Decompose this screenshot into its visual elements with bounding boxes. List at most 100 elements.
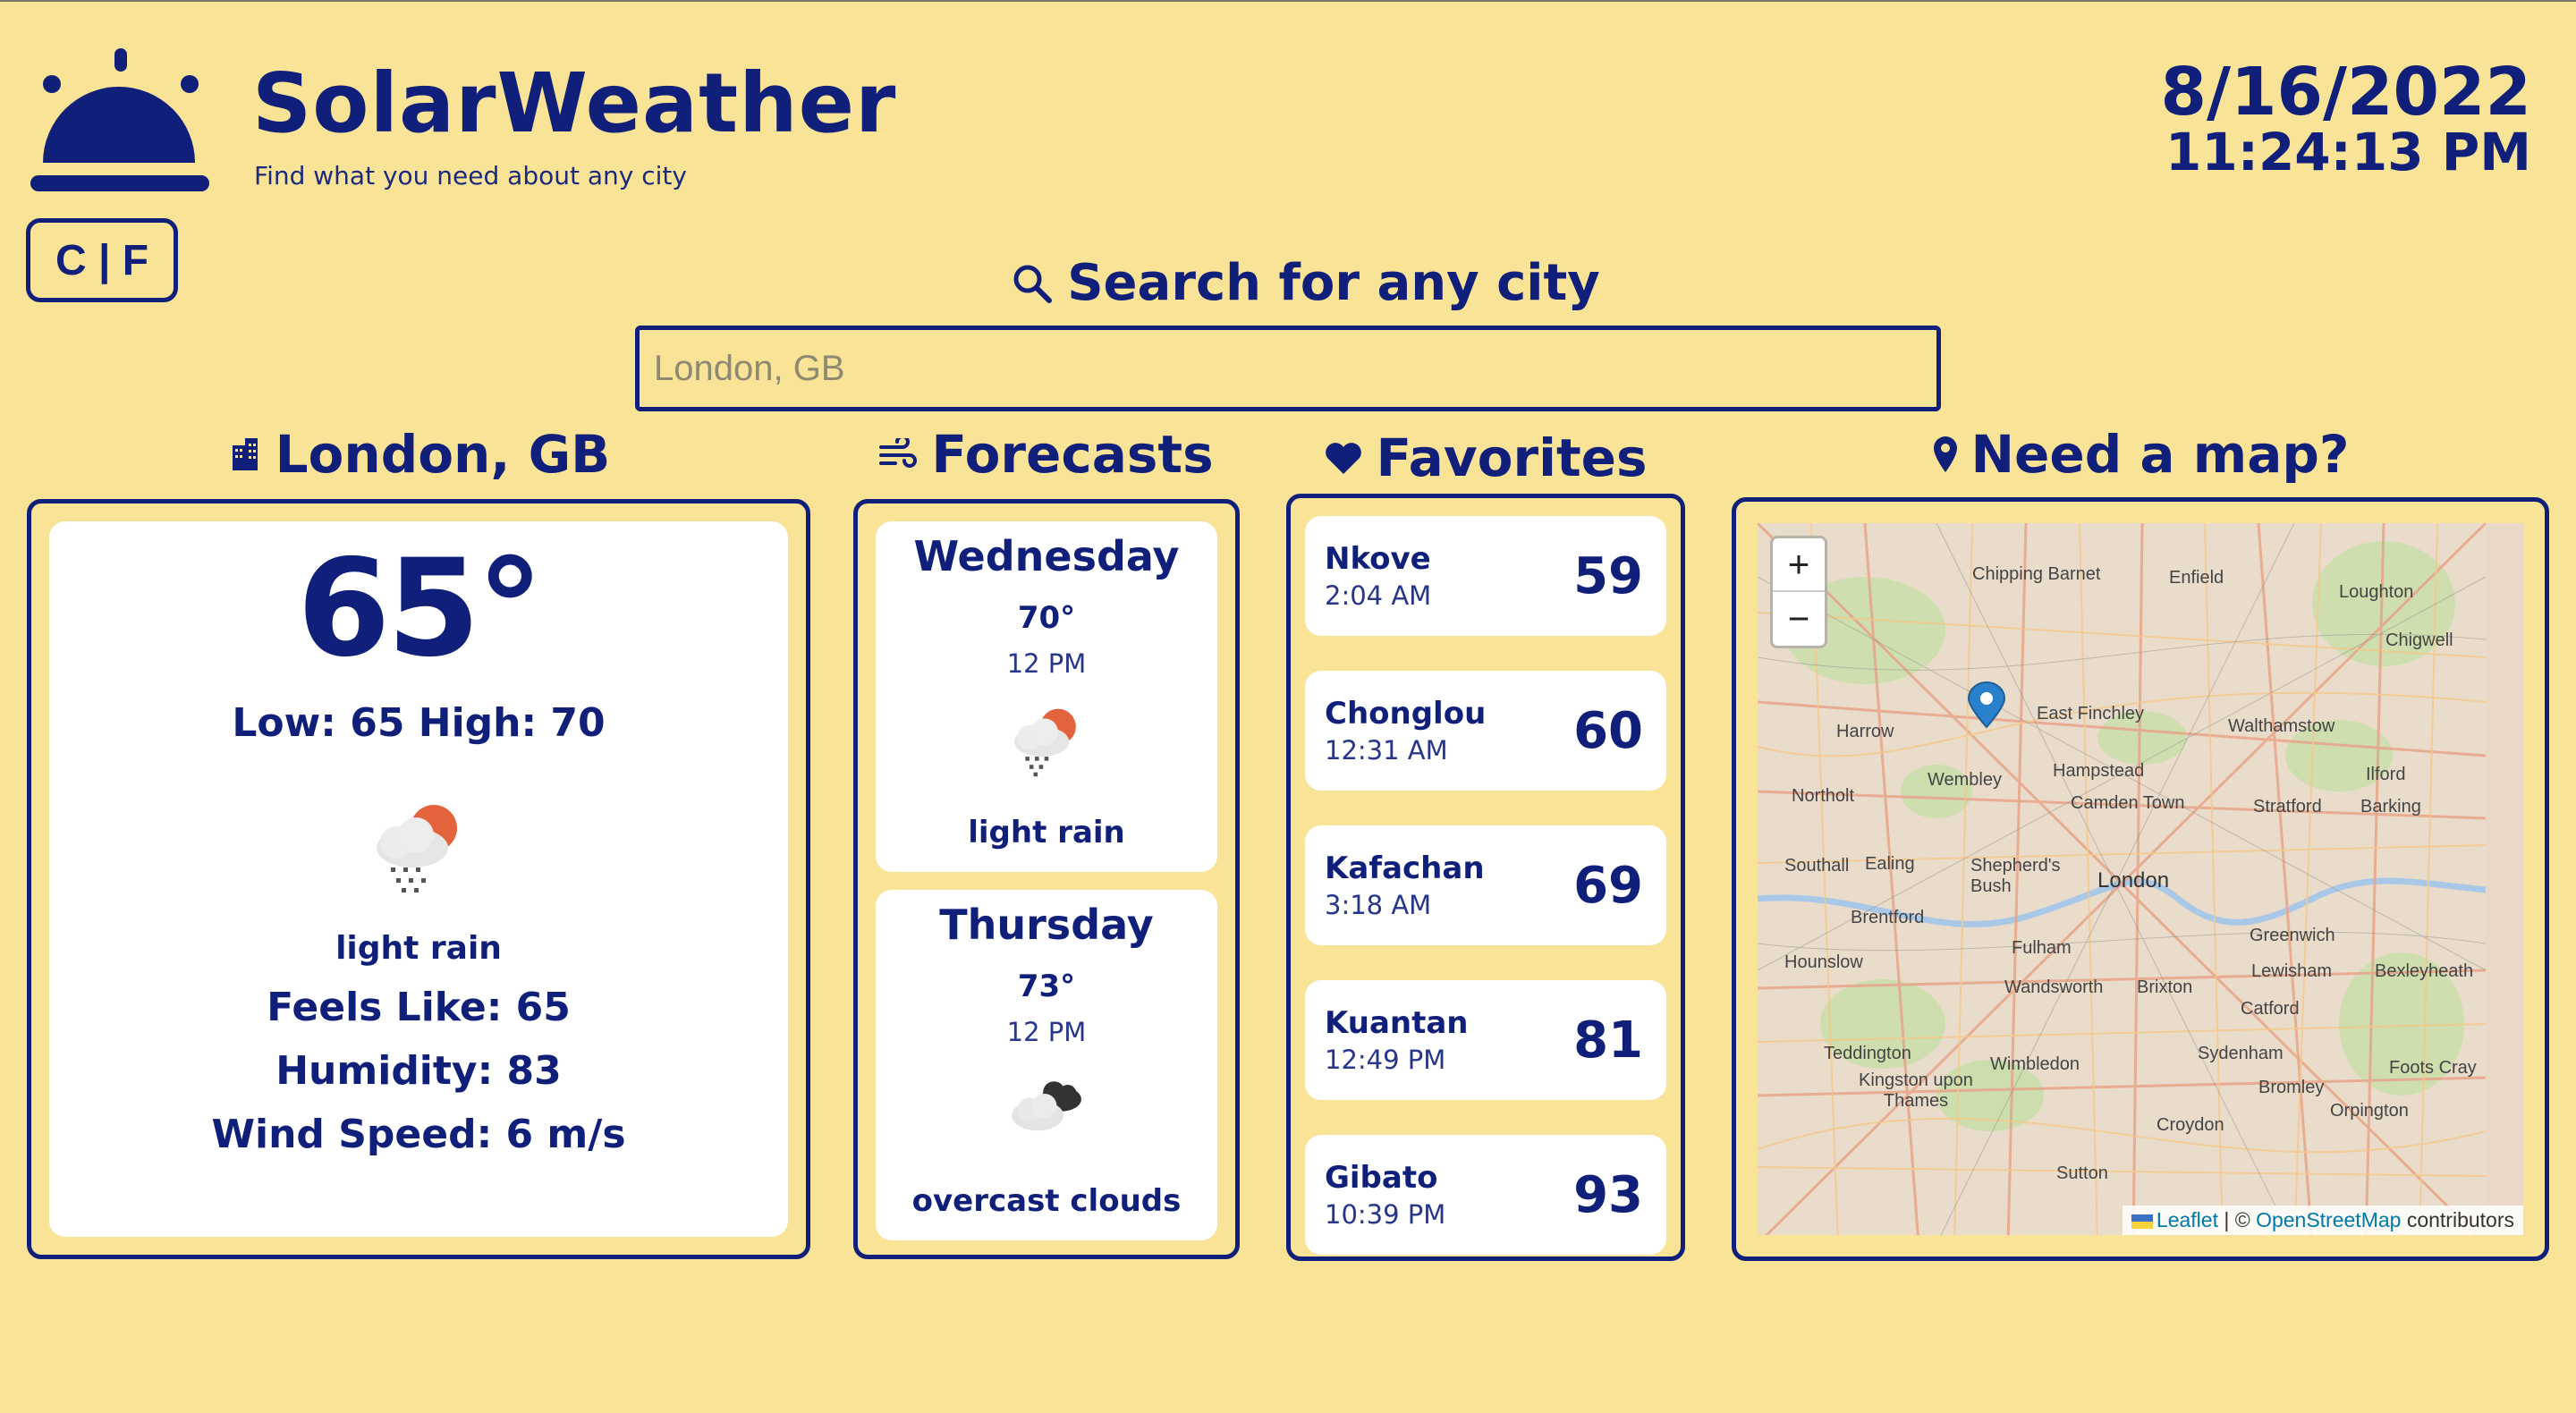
- map-label: East Finchley: [2037, 704, 2145, 723]
- map-label: Bexleyheath: [2375, 961, 2474, 981]
- forecast-temp: 73°: [1017, 969, 1076, 1004]
- favorite-time: 2:04 AM: [1325, 580, 1432, 611]
- favorite-temp: 81: [1573, 1011, 1643, 1070]
- wind-icon: [879, 438, 918, 468]
- map-attribution: Leaflet | © OpenStreetMap contributors: [2122, 1206, 2523, 1235]
- map-label: Wimbledon: [1990, 1054, 2080, 1074]
- current-city-label: London, GB: [275, 424, 611, 485]
- map-label: Sutton: [2056, 1163, 2108, 1183]
- map-label: Hounslow: [1784, 952, 1863, 972]
- map-label: Barking: [2360, 797, 2421, 816]
- map-label: Foots Cray: [2389, 1058, 2477, 1078]
- forecast-time: 12 PM: [1006, 1017, 1087, 1047]
- feels-like: Feels Like: 65: [267, 984, 571, 1030]
- current-city-heading: London, GB: [27, 424, 810, 485]
- map-label: Wembley: [1928, 770, 2002, 790]
- zoom-control: + −: [1770, 536, 1827, 648]
- favorite-time: 10:39 PM: [1325, 1199, 1446, 1230]
- map-label: Brentford: [1851, 908, 1925, 927]
- map-label: Sydenham: [2198, 1044, 2284, 1063]
- attribution-tail: contributors: [2401, 1208, 2514, 1231]
- current-description: light rain: [335, 929, 502, 967]
- map-label: Loughton: [2339, 582, 2414, 602]
- map-label: Chipping Barnet: [1972, 564, 2101, 584]
- map-label: Teddington: [1824, 1044, 1911, 1063]
- favorite-item[interactable]: Gibato 10:39 PM 93: [1305, 1135, 1666, 1255]
- city-building-icon: [232, 438, 258, 470]
- map-label: Wandsworth: [2004, 977, 2104, 997]
- london-map[interactable]: Chipping Barnet Enfield Loughton Chigwel…: [1758, 523, 2523, 1235]
- favorite-temp: 69: [1573, 856, 1643, 915]
- humidity: Humidity: 83: [275, 1047, 562, 1094]
- ukraine-flag-icon: [2131, 1214, 2153, 1229]
- forecast-card: Thursday 73° 12 PM overcast clouds: [876, 890, 1217, 1240]
- favorites-panel: Nkove 2:04 AM 59 Chonglou 12:31 AM 60 Kafa…: [1286, 494, 1685, 1261]
- wind-speed: Wind Speed: 6 m/s: [211, 1111, 626, 1157]
- map-heading-label: Need a map?: [1970, 424, 2350, 485]
- favorite-item[interactable]: Kuantan 12:49 PM 81: [1305, 980, 1666, 1100]
- favorite-temp: 59: [1573, 546, 1643, 605]
- search-icon: [1013, 265, 1053, 303]
- leaflet-link[interactable]: Leaflet: [2157, 1208, 2218, 1231]
- map-pin-icon: [1933, 436, 1957, 472]
- map-label: Catford: [2241, 999, 2300, 1019]
- current-time: 11:24:13 PM: [2165, 122, 2531, 182]
- favorite-city: Kafachan: [1325, 850, 1485, 886]
- map-label: Walthamstow: [2228, 716, 2335, 736]
- favorites-heading-label: Favorites: [1376, 427, 1648, 488]
- city-search-input[interactable]: [635, 326, 1941, 411]
- map-label: Hampstead: [2053, 761, 2145, 781]
- rain-sun-icon: [1014, 708, 1076, 777]
- top-border: [0, 0, 2576, 2]
- map-label: Stratford: [2253, 797, 2322, 816]
- map-label: Orpington: [2330, 1101, 2409, 1121]
- favorite-item[interactable]: Kafachan 3:18 AM 69: [1305, 825, 1666, 945]
- map-label: Bromley: [2258, 1078, 2325, 1097]
- overcast-clouds-icon: [1012, 1081, 1081, 1131]
- search-heading: Search for any city: [0, 254, 2576, 312]
- favorite-city: Gibato: [1325, 1160, 1438, 1196]
- current-weather-panel: 65° Low: 65 High: 70 light rain Feels Li…: [27, 499, 810, 1259]
- forecasts-heading-label: Forecasts: [931, 424, 1214, 485]
- map-panel: Chipping Barnet Enfield Loughton Chigwel…: [1732, 497, 2549, 1261]
- map-label: Croydon: [2157, 1115, 2224, 1135]
- zoom-in-button[interactable]: +: [1773, 538, 1825, 592]
- map-label: Shepherd's Bush: [1970, 856, 2061, 896]
- current-weather-card: 65° Low: 65 High: 70 light rain Feels Li…: [49, 521, 788, 1237]
- forecast-day: Wednesday: [913, 532, 1180, 580]
- map-label: Greenwich: [2250, 926, 2335, 945]
- favorite-time: 12:49 PM: [1325, 1045, 1446, 1075]
- map-label: Northolt: [1792, 786, 1855, 806]
- attribution-separator: | ©: [2217, 1208, 2257, 1231]
- openstreetmap-link[interactable]: OpenStreetMap: [2256, 1208, 2401, 1231]
- map-label: Harrow: [1836, 722, 1894, 741]
- forecast-day: Thursday: [939, 901, 1154, 949]
- favorite-time: 12:31 AM: [1325, 735, 1448, 766]
- favorite-item[interactable]: Chonglou 12:31 AM 60: [1305, 671, 1666, 791]
- zoom-out-button[interactable]: −: [1773, 592, 1825, 646]
- forecast-description: overcast clouds: [911, 1183, 1182, 1219]
- rain-sun-icon: [377, 804, 457, 893]
- favorite-temp: 60: [1573, 701, 1643, 760]
- forecasts-panel: Wednesday 70° 12 PM light rain Thursday …: [853, 499, 1240, 1259]
- map-label: Fulham: [2012, 938, 2072, 958]
- current-temperature: 65°: [297, 531, 544, 687]
- map-label: Lewisham: [2251, 961, 2333, 981]
- favorite-item[interactable]: Nkove 2:04 AM 59: [1305, 516, 1666, 636]
- map-label: Ealing: [1865, 854, 1915, 874]
- forecast-description: light rain: [968, 815, 1125, 850]
- map-label: Chigwell: [2385, 630, 2453, 650]
- favorite-city: Kuantan: [1325, 1005, 1469, 1041]
- favorite-time: 3:18 AM: [1325, 890, 1432, 920]
- map-label: Enfield: [2169, 568, 2224, 588]
- favorite-city: Nkove: [1325, 541, 1431, 577]
- current-date: 8/16/2022: [2160, 54, 2531, 131]
- favorites-heading: Favorites: [1286, 427, 1685, 488]
- forecast-time: 12 PM: [1006, 648, 1087, 679]
- sun-logo-icon: [30, 48, 209, 191]
- forecast-card: Wednesday 70° 12 PM light rain: [876, 521, 1217, 872]
- map-label: Camden Town: [2071, 793, 2185, 813]
- favorite-city: Chonglou: [1325, 696, 1487, 732]
- search-heading-label: Search for any city: [1067, 254, 1600, 312]
- map-label: Brixton: [2137, 977, 2193, 997]
